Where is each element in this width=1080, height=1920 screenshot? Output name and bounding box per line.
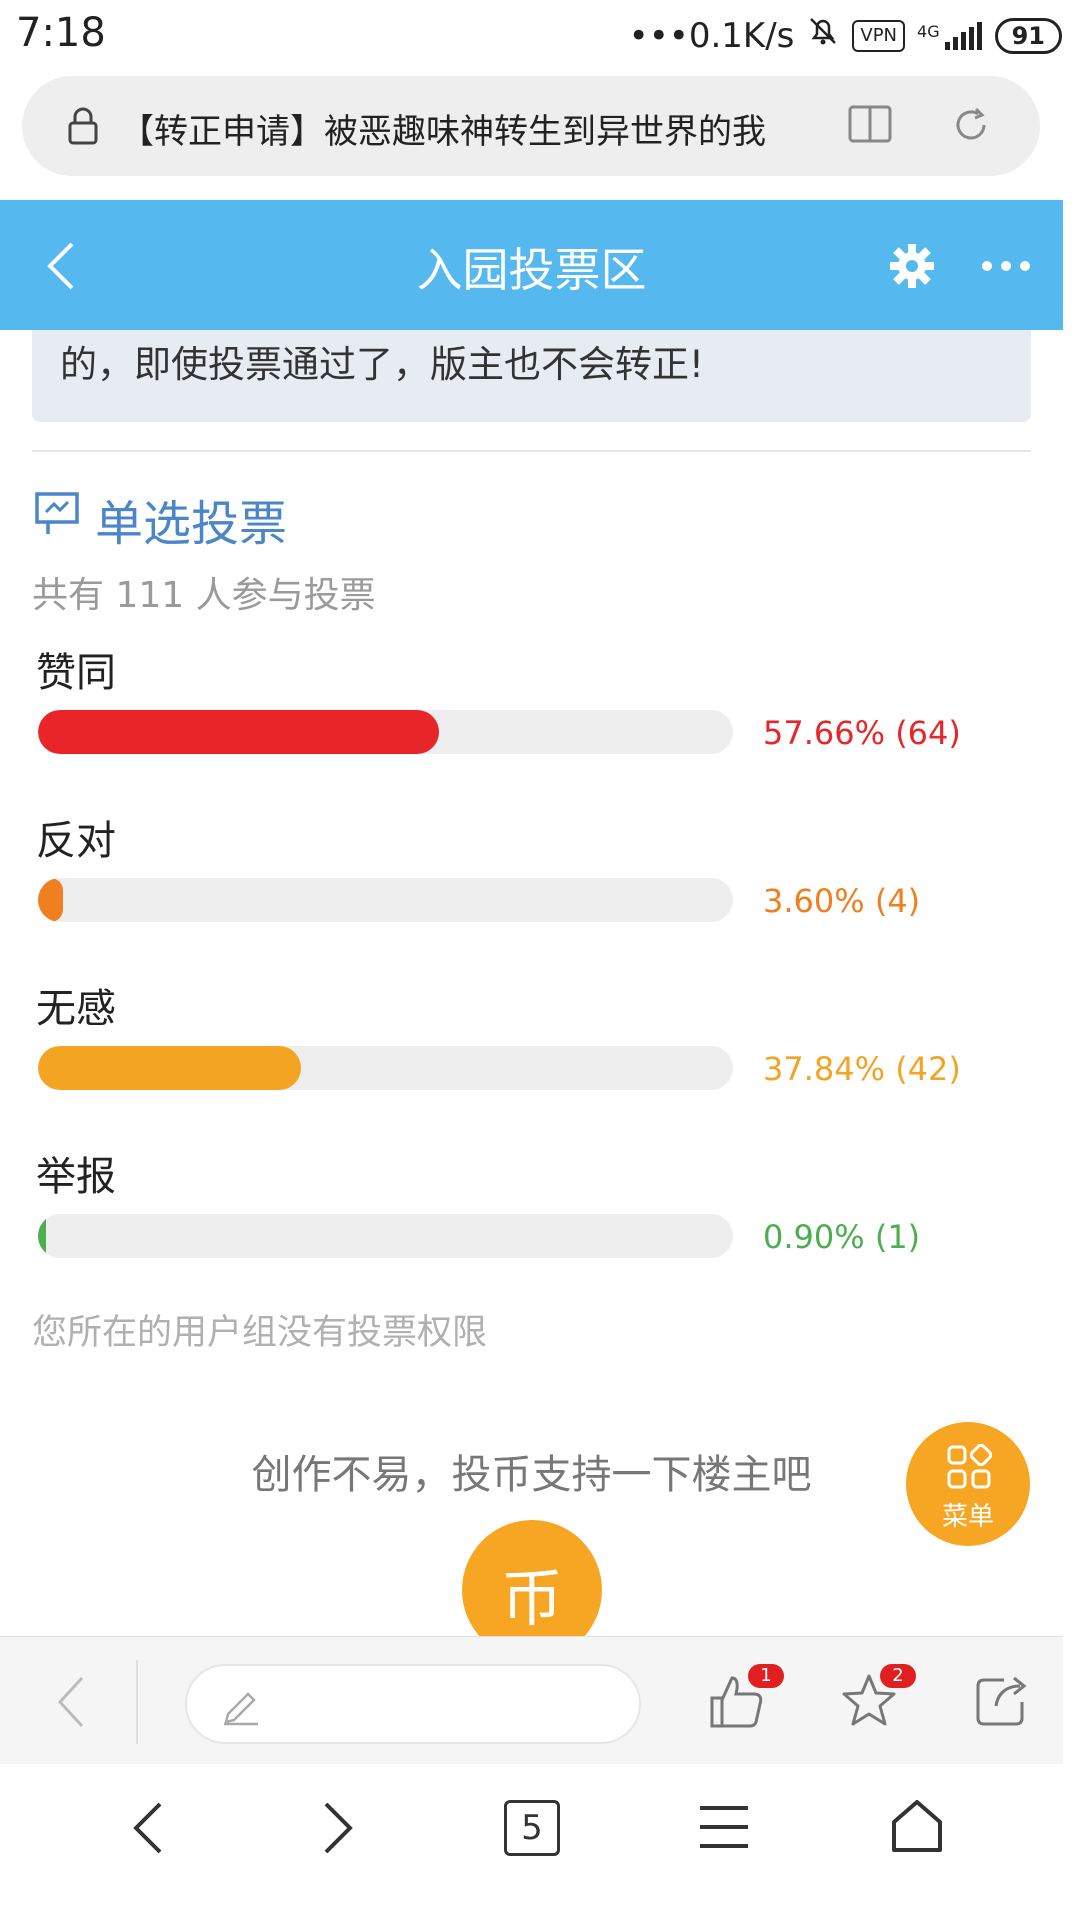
menu-label: 菜单 [941,1502,994,1532]
mute-bell-icon [806,14,840,57]
reader-mode-icon[interactable] [848,104,892,148]
page-url-title[interactable]: 【转正申请】被恶趣味神转生到异世界的我 [120,104,800,154]
divider [32,450,1031,452]
signal-type: 4G [917,21,940,41]
poll-option-result: 0.90% (1) [763,1218,921,1256]
network-speed: •••0.1K/s [628,15,795,56]
favorite-count-badge: 2 [880,1664,916,1688]
notice-text: 的，即使投票通过了，版主也不会转正! [60,343,704,386]
poll-bar-track [38,1214,733,1258]
back-arrow-icon[interactable] [54,1674,88,1734]
coin-prompt: 创作不易，投币支持一下楼主吧 [251,1452,812,1498]
action-divider [136,1660,138,1744]
poll-option-result: 57.66% (64) [763,714,961,752]
poll-bar-fill [38,1214,46,1258]
grid-menu-icon [946,1443,993,1494]
permission-note: 您所在的用户组没有投票权限 [32,1313,488,1353]
tab-count: 5 [521,1808,543,1848]
status-time: 7:18 [16,10,106,56]
lock-icon [66,106,100,150]
more-options-icon[interactable] [980,258,1032,277]
poll-option-label: 反对 [36,818,116,864]
coin-button-label[interactable]: 币 [462,1548,602,1638]
poll-option-label: 无感 [36,986,116,1032]
refresh-icon[interactable] [950,104,992,150]
nav-forward-icon[interactable] [318,1800,358,1860]
poll-bar-track [38,878,733,922]
vpn-indicator: VPN [852,19,906,52]
poll-title: 单选投票 [95,496,288,552]
like-count-badge: 1 [748,1664,784,1688]
nav-menu-icon[interactable] [698,1804,750,1854]
status-icons: •••0.1K/s VPN 4G 91 [629,14,1062,57]
poll-bar-fill [38,710,439,754]
tabs-button[interactable]: 5 [504,1800,560,1856]
poll-participant-count: 共有 111 人参与投票 [32,575,376,616]
poll-option-result: 37.84% (42) [763,1050,961,1088]
edit-pencil-icon [220,1684,262,1730]
poll-bar-fill [38,1046,301,1090]
poll-option-result: 3.60% (4) [763,882,921,920]
poll-bar-track [38,710,733,754]
battery-indicator: 91 [994,17,1062,54]
settings-gear-icon[interactable] [886,240,938,296]
poll-option-label: 赞同 [36,650,116,696]
nav-back-icon[interactable] [128,1800,168,1860]
poll-option-label: 举报 [36,1154,116,1200]
poll-icon [34,490,80,540]
poll-bar-fill [38,878,64,922]
signal-icon: 4G [917,21,983,50]
poll-bar-track [38,1046,733,1090]
nav-home-icon[interactable] [890,1798,944,1858]
share-icon[interactable] [974,1672,1030,1732]
